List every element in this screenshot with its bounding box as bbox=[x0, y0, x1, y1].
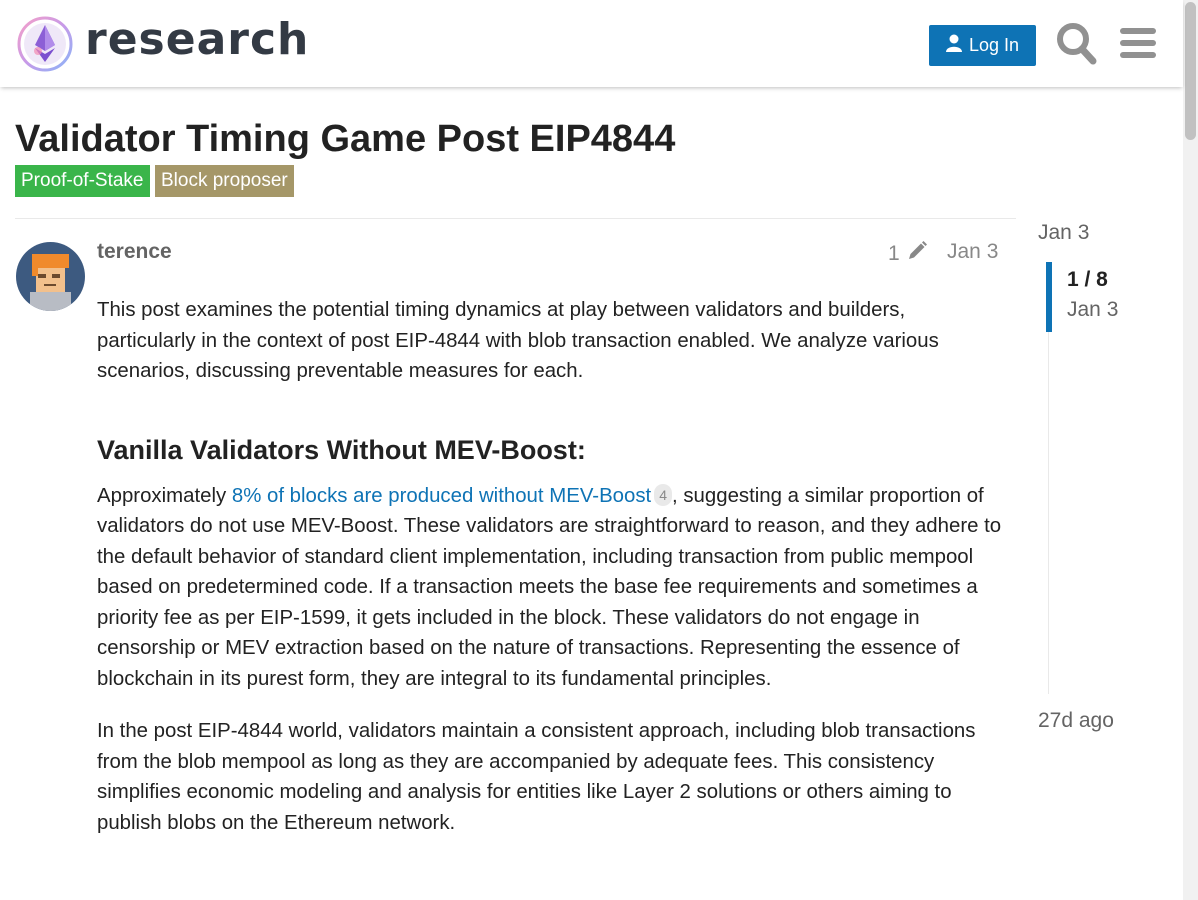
para1-suffix: , suggesting a similar proportion of val… bbox=[97, 484, 1002, 690]
tag-block-proposer[interactable]: Block proposer bbox=[155, 165, 294, 197]
timeline-progress: 1 / 8 bbox=[1067, 268, 1108, 291]
timeline-handle[interactable] bbox=[1046, 262, 1052, 332]
site-logo[interactable] bbox=[16, 15, 74, 73]
post-heading: Vanilla Validators Without MEV-Boost: bbox=[97, 434, 586, 465]
login-button[interactable]: Log In bbox=[929, 25, 1036, 66]
search-icon[interactable] bbox=[1056, 21, 1098, 65]
hamburger-menu-icon[interactable] bbox=[1118, 21, 1160, 65]
edit-count: 1 bbox=[888, 242, 900, 265]
post-intro: This post examines the potential timing … bbox=[97, 299, 939, 382]
pencil-icon bbox=[906, 240, 928, 268]
timeline-end-date[interactable]: 27d ago bbox=[1038, 709, 1114, 733]
edit-history-button[interactable]: 1 bbox=[888, 240, 928, 268]
scrollbar-thumb[interactable] bbox=[1185, 2, 1196, 140]
user-icon bbox=[945, 34, 962, 57]
para1-prefix: Approximately bbox=[97, 484, 232, 507]
post-paragraph-2: In the post EIP-4844 world, validators m… bbox=[97, 720, 976, 834]
topic-title[interactable]: Validator Timing Game Post EIP4844 bbox=[15, 118, 675, 161]
login-label: Log In bbox=[968, 35, 1020, 55]
topic-divider bbox=[15, 218, 1016, 219]
site-header: research Log In bbox=[0, 0, 1183, 87]
site-logo-text[interactable]: research bbox=[85, 14, 309, 65]
tag-proof-of-stake[interactable]: Proof-of-Stake bbox=[15, 165, 150, 197]
link-click-count: 4 bbox=[654, 483, 673, 506]
post-author[interactable]: terence bbox=[97, 240, 172, 264]
post-date[interactable]: Jan 3 bbox=[947, 240, 998, 264]
timeline-handle-date: Jan 3 bbox=[1067, 298, 1119, 321]
timeline-start-date[interactable]: Jan 3 bbox=[1038, 221, 1089, 245]
post-body: This post examines the potential timing … bbox=[97, 295, 1002, 860]
post-paragraph: Approximately 8% of blocks are produced … bbox=[97, 481, 1002, 695]
page-scrollbar[interactable] bbox=[1183, 0, 1198, 900]
blocks-without-mev-boost-link[interactable]: 8% of blocks are produced without MEV-Bo… bbox=[232, 485, 651, 507]
avatar[interactable] bbox=[16, 242, 85, 311]
